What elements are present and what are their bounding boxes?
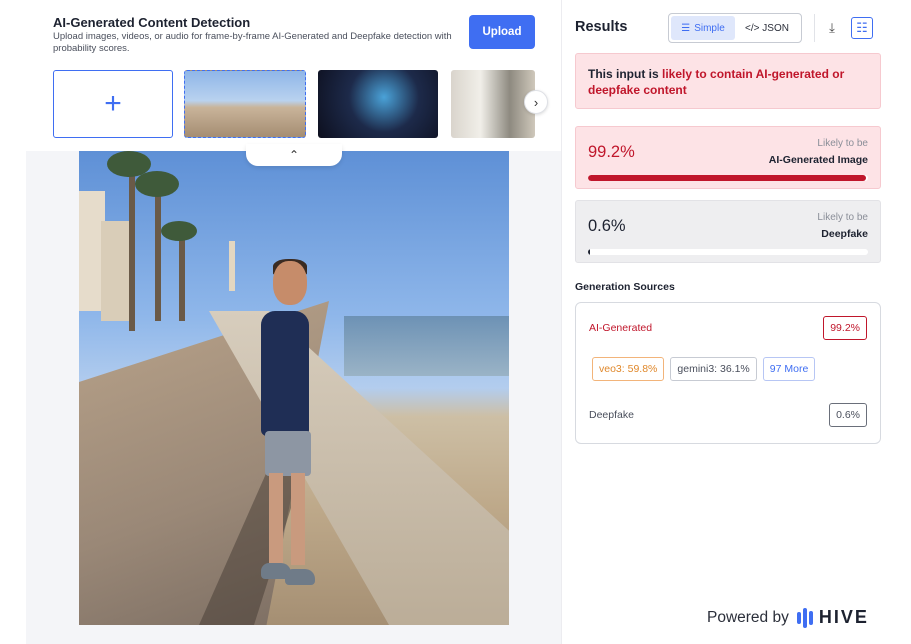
- deepfake-source-label: Deepfake: [589, 409, 634, 421]
- thumbnail-neon-portrait[interactable]: [318, 70, 438, 138]
- source-chip-veo3[interactable]: veo3: 59.8%: [592, 357, 665, 381]
- ai-generated-source-badge: 99.2%: [823, 316, 867, 340]
- source-chip-gemini3[interactable]: gemini3: 36.1%: [670, 357, 757, 381]
- details-view-icon[interactable]: ☷: [851, 17, 873, 39]
- results-panel: Results ☰ Simple </> JSON ⤓ ☷ This input…: [561, 0, 911, 644]
- ai-generated-source-label: AI-Generated: [589, 322, 653, 334]
- thumbnail-interior-room[interactable]: [451, 70, 535, 138]
- download-icon[interactable]: ⤓: [821, 17, 843, 39]
- next-thumbnails-button[interactable]: ›: [524, 90, 548, 114]
- hive-logo: HIVE: [796, 607, 869, 628]
- source-chips: veo3: 59.8% gemini3: 36.1% 97 More: [592, 357, 816, 381]
- verdict-banner: This input is likely to contain AI-gener…: [575, 53, 881, 109]
- view-toggle: ☰ Simple </> JSON: [668, 13, 802, 43]
- powered-by-text: Powered by: [707, 608, 789, 626]
- list-view-icon: ☰: [681, 22, 691, 34]
- deepfake-source-badge: 0.6%: [829, 403, 867, 427]
- upload-button[interactable]: Upload: [469, 15, 535, 49]
- view-json-tab[interactable]: </> JSON: [735, 16, 799, 40]
- view-simple-tab[interactable]: ☰ Simple: [671, 16, 735, 40]
- more-sources-button[interactable]: 97 More: [762, 357, 816, 381]
- add-media-button[interactable]: +: [53, 70, 173, 138]
- collapse-thumbnails-button[interactable]: ⌃: [246, 144, 342, 166]
- generation-sources-title: Generation Sources: [575, 281, 675, 293]
- ai-score-bar: [588, 175, 868, 181]
- deepfake-score-bar-fill: [588, 249, 590, 255]
- page-title: AI-Generated Content Detection: [53, 15, 251, 30]
- deepfake-score-bar: [588, 249, 868, 255]
- preview-image: [79, 151, 509, 625]
- thumbnail-beach-photo[interactable]: [184, 70, 306, 138]
- deepfake-score-caption-top: Likely to be: [817, 212, 868, 223]
- results-title: Results: [575, 19, 628, 35]
- hive-brand-text: HIVE: [818, 607, 869, 627]
- ai-score-caption-top: Likely to be: [817, 138, 868, 149]
- ai-generated-score-card: 99.2% Likely to be AI-Generated Image: [575, 126, 881, 189]
- page-description: Upload images, videos, or audio for fram…: [53, 31, 452, 54]
- verdict-prefix: This input is: [588, 67, 662, 81]
- deepfake-score-value: 0.6%: [588, 217, 626, 235]
- generation-sources-box: AI-Generated 99.2% veo3: 59.8% gemini3: …: [575, 302, 881, 444]
- ai-score-value: 99.2%: [588, 143, 635, 161]
- deepfake-score-card: 0.6% Likely to be Deepfake: [575, 200, 881, 263]
- ai-score-bar-fill: [588, 175, 866, 181]
- ai-score-caption-bottom: AI-Generated Image: [768, 154, 868, 166]
- media-panel: AI-Generated Content Detection Upload im…: [0, 0, 561, 644]
- toolbar-divider: [814, 14, 815, 42]
- view-simple-label: Simple: [694, 22, 725, 34]
- deepfake-score-caption-bottom: Deepfake: [821, 228, 868, 240]
- powered-by-footer: Powered by HIVE: [707, 607, 869, 628]
